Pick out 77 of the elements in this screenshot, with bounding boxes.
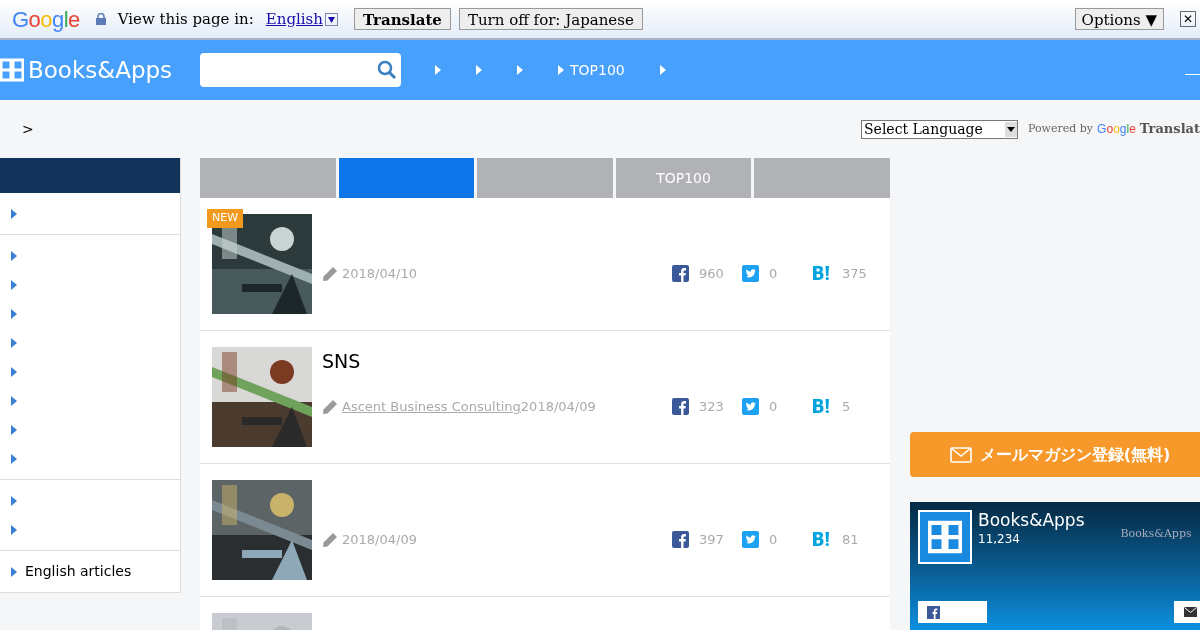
- cover-logo-text: Books&Apps: [1120, 526, 1192, 542]
- twitter-count: 0: [769, 265, 778, 283]
- article-card[interactable]: SNS Ascent Business Consulting2018/04/09 323 0 5: [200, 331, 890, 464]
- facebook-count: 397: [699, 531, 724, 549]
- arrow-icon: [11, 308, 17, 319]
- options-button[interactable]: Options ▼: [1074, 8, 1164, 30]
- arrow-icon: [11, 250, 17, 261]
- mail-icon: [949, 446, 972, 463]
- arrow-icon: [11, 424, 17, 435]
- facebook-icon: [672, 398, 689, 416]
- arrow-icon: [11, 208, 17, 219]
- breadcrumb: >: [22, 119, 34, 139]
- article-date: 2018/04/10: [342, 265, 417, 283]
- close-button[interactable]: ✕: [1180, 11, 1196, 27]
- message-button[interactable]: [1174, 601, 1200, 623]
- article-date: 2018/04/09: [520, 398, 596, 416]
- twitter-count: 0: [769, 531, 778, 549]
- category-tab[interactable]: [200, 158, 336, 198]
- hatena-count: 375: [842, 265, 867, 283]
- article-date: 2018/04/09: [342, 531, 417, 549]
- twitter-count: 0: [769, 398, 778, 416]
- google-logo: Google: [12, 5, 80, 34]
- translate-button[interactable]: Translate: [353, 8, 451, 30]
- twitter-icon: [742, 265, 759, 283]
- arrow-icon: [11, 453, 17, 464]
- nav-arrow-icon: [659, 65, 666, 75]
- hatena-bookmark-icon: [812, 398, 832, 416]
- twitter-icon: [742, 398, 759, 416]
- search-field[interactable]: [200, 53, 401, 87]
- translate-brand-text: Translat: [1139, 120, 1200, 139]
- arrow-icon: [11, 337, 17, 348]
- nav-arrow-icon: [517, 65, 523, 75]
- arrow-icon: [11, 366, 17, 377]
- page-name: Books&Apps: [978, 510, 1085, 530]
- arrow-icon: [558, 65, 564, 75]
- mail-icon: [1184, 607, 1197, 617]
- arrow-icon: [11, 524, 17, 535]
- sidebar-item[interactable]: English articles: [0, 557, 180, 586]
- logo-icon: [928, 520, 962, 554]
- facebook-icon: [927, 605, 940, 619]
- turn-off-button[interactable]: Turn off for: Japanese: [458, 8, 643, 30]
- search-icon[interactable]: [377, 60, 397, 80]
- google-logo: Google: [1097, 121, 1136, 138]
- dropdown-icon[interactable]: [1005, 121, 1017, 137]
- article-title[interactable]: SNS: [322, 350, 361, 372]
- facebook-icon: [672, 265, 689, 283]
- lock-icon: [95, 13, 106, 25]
- nav-arrow-icon: [476, 65, 482, 75]
- arrow-icon: [11, 495, 17, 506]
- language-link[interactable]: English: [265, 7, 323, 31]
- hatena-bookmark-icon: [812, 265, 832, 283]
- category-tab[interactable]: [477, 158, 613, 198]
- category-tab[interactable]: [754, 158, 890, 198]
- facebook-count: 960: [699, 265, 724, 283]
- nav-arrow-icon: [435, 65, 441, 75]
- hatena-bookmark-icon: [812, 531, 832, 549]
- hatena-count: 81: [842, 531, 859, 549]
- powered-by-text: Powered by: [1028, 120, 1094, 137]
- prompt-text: View this page in:: [117, 8, 254, 30]
- language-select[interactable]: Select Language: [861, 119, 1018, 139]
- twitter-icon: [742, 531, 759, 549]
- dropdown-icon[interactable]: [324, 12, 338, 26]
- new-badge: NEW: [207, 209, 244, 228]
- logo-icon: [0, 58, 24, 82]
- hatena-count: 5: [842, 398, 851, 416]
- arrow-icon: [11, 566, 17, 577]
- pencil-icon: [322, 531, 338, 548]
- menu-line-icon[interactable]: [1185, 74, 1200, 75]
- category-tab[interactable]: [338, 158, 475, 198]
- like-button[interactable]: [918, 601, 987, 623]
- pencil-icon: [322, 398, 338, 415]
- facebook-count: 323: [699, 398, 724, 416]
- arrow-icon: [11, 279, 17, 290]
- arrow-icon: [11, 395, 17, 406]
- facebook-icon: [672, 531, 689, 549]
- pencil-icon: [322, 265, 338, 282]
- likes-count: 11,234: [978, 531, 1021, 548]
